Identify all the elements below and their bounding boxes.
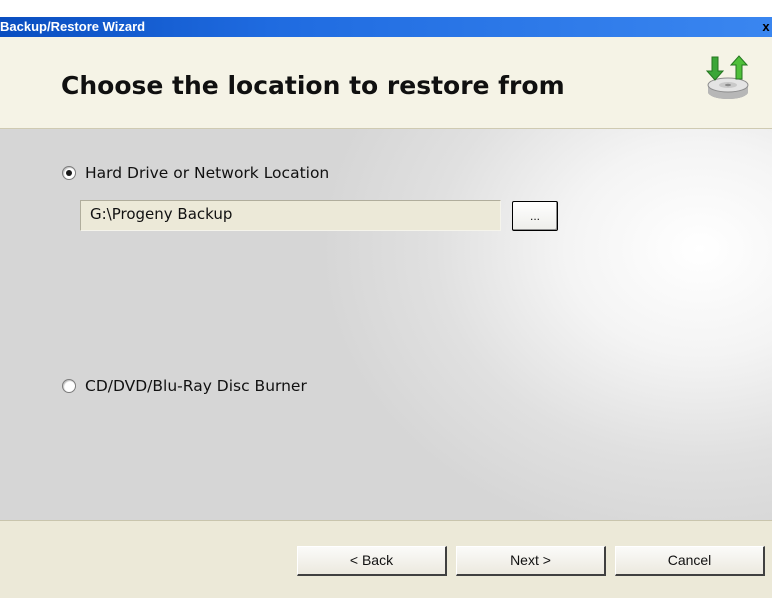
disc-burner-label: CD/DVD/Blu-Ray Disc Burner [85, 377, 307, 395]
close-button[interactable]: x [760, 19, 772, 35]
backup-restore-wizard-window: Backup/Restore Wizard x Choose the locat… [0, 0, 772, 598]
hard-drive-radio[interactable] [62, 166, 76, 180]
page-title: Choose the location to restore from [61, 71, 565, 100]
wizard-footer: < Back Next > Cancel [0, 520, 772, 598]
disc-burner-radio[interactable] [62, 379, 76, 393]
backup-restore-drive-icon [705, 55, 749, 99]
wizard-header: Choose the location to restore from [0, 37, 772, 129]
wizard-content: Hard Drive or Network Location G:\Progen… [0, 129, 772, 520]
hard-drive-label: Hard Drive or Network Location [85, 164, 330, 182]
back-button[interactable]: < Back [297, 546, 447, 576]
hard-drive-option[interactable]: Hard Drive or Network Location [62, 164, 329, 182]
cancel-button[interactable]: Cancel [615, 546, 765, 576]
title-bar[interactable]: Backup/Restore Wizard x [0, 17, 772, 37]
window-title: Backup/Restore Wizard [0, 19, 146, 34]
browse-button[interactable]: ... [512, 201, 558, 231]
next-button[interactable]: Next > [456, 546, 606, 576]
location-path-field[interactable]: G:\Progeny Backup [80, 200, 501, 231]
disc-burner-option[interactable]: CD/DVD/Blu-Ray Disc Burner [62, 377, 307, 395]
